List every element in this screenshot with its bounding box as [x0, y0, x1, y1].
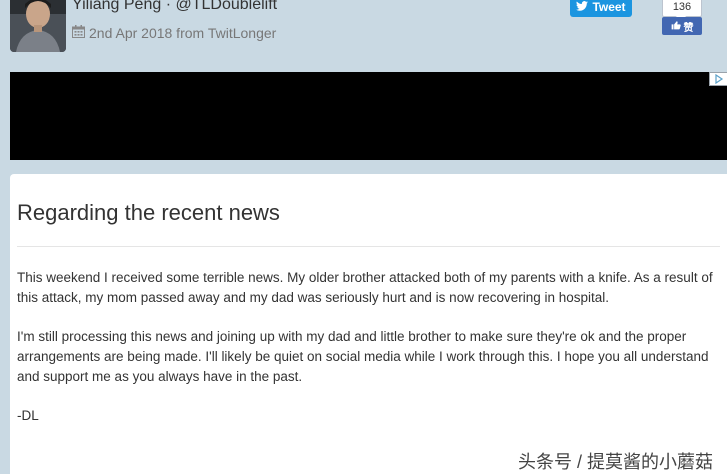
ad-choices-icon[interactable] — [709, 72, 727, 86]
title-divider — [17, 246, 720, 247]
tweet-header: Yiliang Peng · @TLDoublelift 2nd Apr 201… — [0, 0, 727, 68]
avatar[interactable] — [10, 0, 66, 52]
post-meta: 2nd Apr 2018 from TwitLonger — [72, 25, 276, 41]
video-player[interactable] — [10, 72, 727, 160]
tweet-button[interactable]: Tweet — [570, 0, 632, 17]
post-body: This weekend I received some terrible ne… — [17, 268, 723, 445]
thumbs-up-icon — [671, 20, 681, 33]
post-paragraph: I'm still processing this news and joini… — [17, 329, 709, 384]
post-date-source: 2nd Apr 2018 from TwitLonger — [89, 25, 277, 41]
post-signature: -DL — [17, 408, 39, 423]
post-paragraph: This weekend I received some terrible ne… — [17, 270, 713, 305]
twitter-bird-icon — [576, 0, 589, 14]
avatar-image — [10, 0, 66, 52]
post-title: Regarding the recent news — [17, 200, 280, 225]
calendar-icon — [72, 25, 85, 41]
author-name[interactable]: Yiliang Peng · @TLDoublelift — [72, 0, 277, 14]
like-count: 136 — [662, 0, 702, 17]
like-button[interactable]: 赞 — [662, 17, 702, 35]
post-card: Regarding the recent news This weekend I… — [10, 174, 727, 474]
tweet-label: Tweet — [592, 0, 626, 14]
facebook-like-widget: 136 赞 — [662, 0, 702, 36]
like-label: 赞 — [683, 22, 694, 34]
watermark: 头条号 / 提莫酱的小蘑菇 — [518, 452, 714, 472]
